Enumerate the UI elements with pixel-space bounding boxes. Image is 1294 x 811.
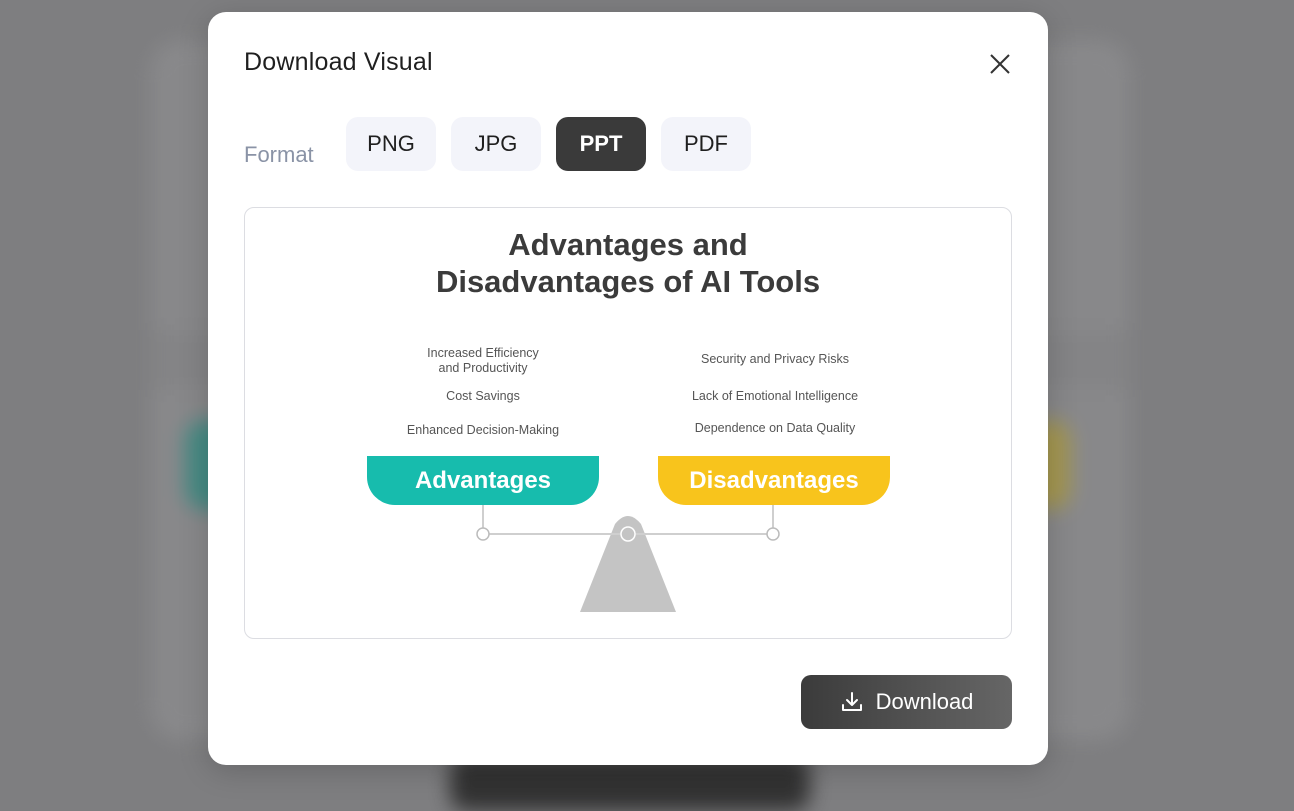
format-jpg-button[interactable]: JPG xyxy=(451,117,541,171)
format-png-button[interactable]: PNG xyxy=(346,117,436,171)
download-dialog: Download Visual Format PNG JPG PPT PDF A… xyxy=(208,12,1048,765)
left-pivot xyxy=(476,527,490,541)
disadvantages-pan: Disadvantages xyxy=(658,456,890,505)
download-button[interactable]: Download xyxy=(801,675,1012,729)
close-button[interactable] xyxy=(980,44,1020,84)
dialog-title: Download Visual xyxy=(244,48,433,76)
visual-preview: Advantages and Disadvantages of AI Tools… xyxy=(244,207,1012,639)
format-label: Format xyxy=(244,142,314,167)
advantages-pan: Advantages xyxy=(367,456,599,505)
format-pdf-button[interactable]: PDF xyxy=(661,117,751,171)
right-pivot xyxy=(766,527,780,541)
center-pivot xyxy=(620,526,636,542)
download-label: Download xyxy=(875,689,974,714)
balance-scale-graphic xyxy=(476,505,780,612)
download-icon xyxy=(841,692,862,711)
format-ppt-button[interactable]: PPT xyxy=(556,117,646,171)
close-icon xyxy=(990,54,1010,74)
